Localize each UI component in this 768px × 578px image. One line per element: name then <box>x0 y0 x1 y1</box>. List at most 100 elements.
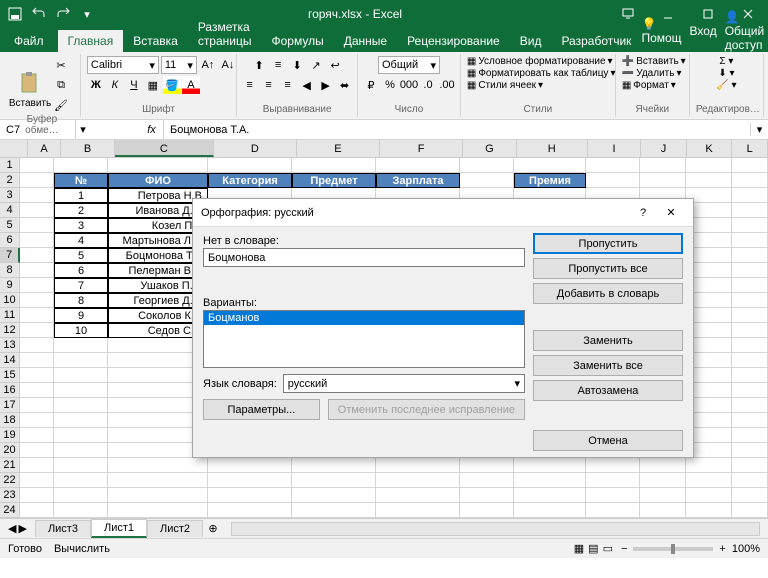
cell[interactable] <box>514 158 586 173</box>
column-header[interactable]: K <box>687 140 733 157</box>
cell[interactable] <box>20 323 54 338</box>
cell[interactable] <box>732 443 768 458</box>
cell[interactable] <box>514 488 586 503</box>
add-dict-button[interactable]: Добавить в словарь <box>533 283 683 304</box>
tab-review[interactable]: Рецензирование <box>397 30 510 52</box>
sheet-tab[interactable]: Лист1 <box>91 519 147 538</box>
cell[interactable] <box>20 368 54 383</box>
cell[interactable] <box>686 158 732 173</box>
cell[interactable] <box>732 458 768 473</box>
row-header[interactable]: 1 <box>0 158 20 173</box>
indent-dec-icon[interactable]: ◀ <box>298 76 316 94</box>
cell[interactable] <box>20 188 54 203</box>
cell[interactable]: 1 <box>54 188 108 203</box>
cell[interactable] <box>54 488 108 503</box>
zoom-level[interactable]: 100% <box>732 543 760 555</box>
qat-customize-icon[interactable]: ▾ <box>76 3 98 25</box>
format-cells-button[interactable]: ▦ Формат ▾ <box>622 80 676 91</box>
tab-data[interactable]: Данные <box>334 30 397 52</box>
cell[interactable] <box>640 488 686 503</box>
cell[interactable] <box>732 323 768 338</box>
help-icon[interactable]: 💡 Помощ <box>641 17 681 45</box>
increase-font-icon[interactable]: A↑ <box>199 56 217 74</box>
cell[interactable] <box>732 488 768 503</box>
row-header[interactable]: 3 <box>0 188 20 203</box>
cell[interactable] <box>732 203 768 218</box>
cell[interactable]: 6 <box>54 263 108 278</box>
cell[interactable]: ФИО <box>108 173 208 188</box>
cell[interactable] <box>732 428 768 443</box>
cell[interactable] <box>640 458 686 473</box>
sheet-nav-prev-icon[interactable]: ◀ <box>8 522 16 535</box>
horizontal-scrollbar[interactable] <box>231 522 760 536</box>
cell[interactable] <box>292 458 376 473</box>
cell[interactable] <box>460 158 514 173</box>
cell[interactable] <box>108 158 208 173</box>
sheet-nav-next-icon[interactable]: ▶ <box>18 522 26 535</box>
align-center-icon[interactable]: ≡ <box>260 76 278 94</box>
cell[interactable] <box>108 488 208 503</box>
cell[interactable]: 3 <box>54 218 108 233</box>
sheet-tab[interactable]: Лист3 <box>35 520 91 537</box>
row-header[interactable]: 12 <box>0 323 20 338</box>
row-header[interactable]: 16 <box>0 383 20 398</box>
cell[interactable] <box>20 173 54 188</box>
comma-icon[interactable]: 000 <box>400 76 418 94</box>
cell[interactable] <box>208 488 292 503</box>
cell[interactable] <box>732 263 768 278</box>
cell[interactable] <box>54 428 108 443</box>
tab-formulas[interactable]: Формулы <box>261 30 333 52</box>
underline-icon[interactable]: Ч <box>125 76 143 94</box>
bold-icon[interactable]: Ж <box>87 76 105 94</box>
row-header[interactable]: 15 <box>0 368 20 383</box>
row-header[interactable]: 19 <box>0 428 20 443</box>
add-sheet-icon[interactable]: ⊕ <box>203 522 223 535</box>
cell[interactable] <box>460 488 514 503</box>
cell[interactable] <box>54 503 108 518</box>
cell[interactable] <box>292 473 376 488</box>
cell[interactable] <box>640 473 686 488</box>
cell[interactable] <box>20 383 54 398</box>
redo-icon[interactable] <box>52 3 74 25</box>
cell[interactable] <box>640 503 686 518</box>
column-header[interactable]: C <box>115 140 214 157</box>
percent-icon[interactable]: % <box>381 76 399 94</box>
zoom-in-icon[interactable]: + <box>719 543 725 555</box>
column-header[interactable]: B <box>61 140 114 157</box>
cell[interactable] <box>460 473 514 488</box>
name-box[interactable]: C7 <box>0 120 76 139</box>
cell[interactable] <box>686 503 732 518</box>
cell[interactable] <box>732 398 768 413</box>
skip-button[interactable]: Пропустить <box>533 233 683 254</box>
autosum-icon[interactable]: Σ ▾ <box>719 56 733 67</box>
cell[interactable] <box>54 398 108 413</box>
column-header[interactable]: A <box>28 140 62 157</box>
row-header[interactable]: 18 <box>0 413 20 428</box>
column-header[interactable]: G <box>463 140 516 157</box>
row-header[interactable]: 14 <box>0 353 20 368</box>
cell[interactable] <box>292 503 376 518</box>
cell[interactable] <box>686 173 732 188</box>
cell[interactable] <box>732 293 768 308</box>
cell[interactable] <box>514 473 586 488</box>
column-header[interactable]: J <box>641 140 687 157</box>
cell[interactable] <box>292 158 376 173</box>
row-header[interactable]: 6 <box>0 233 20 248</box>
cell[interactable] <box>20 443 54 458</box>
cell[interactable]: 5 <box>54 248 108 263</box>
login-label[interactable]: Вход <box>690 24 717 38</box>
font-name-select[interactable]: Calibri ▾ <box>87 56 159 74</box>
formula-expand-icon[interactable]: ▾ <box>750 123 768 136</box>
cell[interactable] <box>586 173 640 188</box>
row-header[interactable]: 20 <box>0 443 20 458</box>
cell[interactable] <box>686 488 732 503</box>
autocorrect-button[interactable]: Автозамена <box>533 380 683 401</box>
format-table-button[interactable]: ▦ Форматировать как таблицу ▾ <box>467 68 616 79</box>
cell[interactable] <box>54 458 108 473</box>
cell[interactable] <box>732 308 768 323</box>
cell[interactable] <box>20 398 54 413</box>
decrease-font-icon[interactable]: A↓ <box>219 56 237 74</box>
variants-list[interactable]: Боцманов <box>203 310 525 368</box>
cell[interactable] <box>732 233 768 248</box>
tab-insert[interactable]: Вставка <box>123 30 188 52</box>
